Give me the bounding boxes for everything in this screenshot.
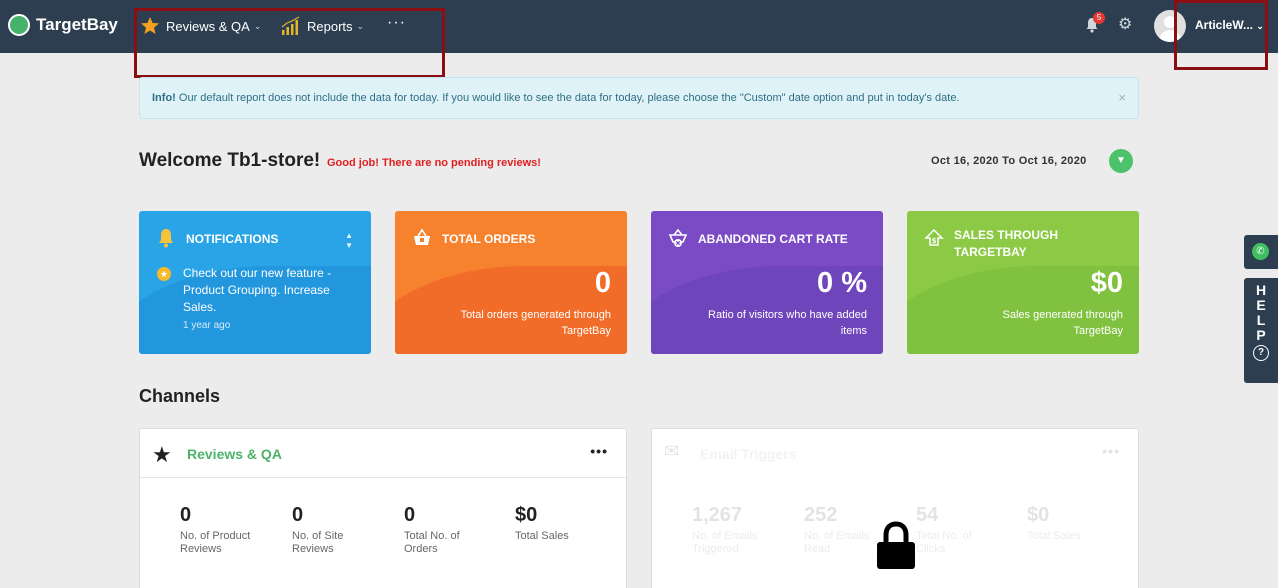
- channels-heading: Channels: [139, 386, 221, 406]
- email-triggers-panel-title: Email Triggers: [700, 446, 797, 462]
- total-orders-title: TOTAL ORDERS: [442, 232, 536, 246]
- stat-label: No. of Emails Read: [804, 530, 870, 555]
- help-letter: E: [1256, 297, 1266, 313]
- stat-label: No. of Site Reviews: [292, 530, 344, 555]
- stat-value: 54: [916, 504, 939, 526]
- stat-label: Total No. of Clicks: [916, 530, 972, 555]
- info-alert: Info! Our default report does not includ…: [139, 77, 1139, 119]
- abandoned-cart-title: ABANDONED CART RATE: [698, 232, 848, 246]
- stat-total-sales: $0 Total Sales: [515, 504, 595, 543]
- star-icon: ★: [152, 442, 172, 467]
- gear-icon[interactable]: ⚙: [1118, 14, 1132, 34]
- sales-card: $ SALES THROUGH TARGETBAY $0 Sales gener…: [907, 211, 1139, 354]
- sales-up-icon: $: [924, 228, 944, 246]
- scroll-arrows-icon[interactable]: ▲ ▼: [345, 231, 353, 251]
- info-message: Our default report does not include the …: [178, 92, 960, 104]
- notifications-card: NOTIFICATIONS ▲ ▼ ★ Check out our new fea…: [139, 211, 371, 354]
- notification-time: 1 year ago: [183, 320, 231, 331]
- help-letter: H: [1255, 282, 1267, 298]
- notifications-title: NOTIFICATIONS: [186, 232, 279, 246]
- email-triggers-faded-content: ✉ Email Triggers ••• 1,267 No. of Emails…: [652, 429, 1138, 555]
- pending-reviews-status: Good job! There are no pending reviews!: [327, 157, 541, 169]
- sales-value: $0: [1090, 267, 1123, 299]
- stat-site-reviews: 0 No. of Site Reviews: [292, 504, 372, 556]
- stat-clicks: 54 Total No. of Clicks: [916, 504, 996, 556]
- help-letter: L: [1256, 312, 1266, 328]
- reviews-qa-panel-title[interactable]: Reviews & QA: [187, 446, 282, 462]
- stat-label: No. of Emails Triggered: [692, 530, 758, 555]
- stat-value: 0: [292, 504, 304, 526]
- email-triggers-panel: ✉ Email Triggers ••• 1,267 No. of Emails…: [651, 428, 1139, 588]
- page-title: Welcome Tb1-store!: [139, 150, 321, 171]
- help-tab[interactable]: H E L P ?: [1244, 278, 1278, 383]
- more-options-button: •••: [1102, 443, 1120, 459]
- close-icon[interactable]: ×: [1118, 90, 1126, 105]
- stat-value: 1,267: [692, 504, 743, 526]
- stat-emails-triggered: 1,267 No. of Emails Triggered: [692, 504, 772, 556]
- abandoned-cart-subtitle: Ratio of visitors who have added items: [708, 309, 867, 337]
- date-dropdown-button[interactable]: ▼: [1109, 149, 1133, 173]
- highlight-box-user: [1174, 0, 1268, 70]
- info-label: Info!: [152, 92, 176, 104]
- stat-total-orders: 0 Total No. of Orders: [404, 504, 484, 556]
- envelope-icon: ✉: [664, 441, 680, 461]
- sales-title: SALES THROUGH TARGETBAY: [954, 228, 1059, 259]
- stat-product-reviews: 0 No. of Product Reviews: [180, 504, 260, 556]
- stat-label: Total No. of Orders: [404, 530, 460, 555]
- cart-remove-icon: [668, 228, 688, 247]
- bell-icon: [159, 229, 173, 248]
- abandoned-cart-card: ABANDONED CART RATE 0 % Ratio of visitor…: [651, 211, 883, 354]
- brand-icon: [8, 14, 30, 36]
- stat-value: $0: [515, 504, 538, 526]
- reviews-qa-panel-header: ★ Reviews & QA •••: [140, 429, 626, 478]
- stat-email-sales: $0 Total Sales: [1027, 504, 1107, 543]
- phone-icon: ✆: [1252, 243, 1269, 260]
- total-orders-subtitle: Total orders generated through TargetBay: [460, 309, 611, 337]
- star-icon: ★: [157, 267, 171, 281]
- date-range-label[interactable]: Oct 16, 2020 To Oct 16, 2020: [931, 155, 1087, 167]
- total-orders-card: TOTAL ORDERS 0 Total orders generated th…: [395, 211, 627, 354]
- stat-value: 252: [804, 504, 838, 526]
- notification-badge: 5: [1093, 12, 1105, 24]
- question-icon: ?: [1253, 345, 1269, 361]
- sales-subtitle: Sales generated through TargetBay: [1002, 309, 1123, 337]
- abandoned-cart-value: 0 %: [817, 267, 867, 299]
- lock-icon[interactable]: [876, 521, 916, 571]
- stat-emails-read: 252 No. of Emails Read: [804, 504, 884, 556]
- brand-logo[interactable]: TargetBay: [8, 14, 118, 36]
- stat-label: No. of Product Reviews: [180, 530, 251, 555]
- basket-icon: [414, 228, 430, 245]
- reviews-qa-panel: ★ Reviews & QA ••• 0 No. of Product Revi…: [139, 428, 627, 588]
- highlight-box-nav: [134, 8, 445, 78]
- help-letter: P: [1256, 327, 1266, 343]
- total-orders-value: 0: [594, 267, 611, 299]
- svg-text:$: $: [932, 237, 937, 245]
- stat-value: 0: [404, 504, 416, 526]
- stat-value: $0: [1027, 504, 1050, 526]
- more-options-button[interactable]: •••: [590, 443, 608, 459]
- phone-support-button[interactable]: ✆: [1244, 235, 1278, 269]
- chevron-down-icon: ▼: [1116, 155, 1126, 166]
- brand-name: TargetBay: [36, 15, 118, 34]
- notification-text[interactable]: Check out our new feature - Product Grou…: [183, 265, 348, 316]
- stat-label: Total Sales: [1027, 530, 1081, 542]
- stat-label: Total Sales: [515, 530, 569, 542]
- email-triggers-panel-header: ✉ Email Triggers •••: [652, 429, 1138, 478]
- stat-value: 0: [180, 504, 192, 526]
